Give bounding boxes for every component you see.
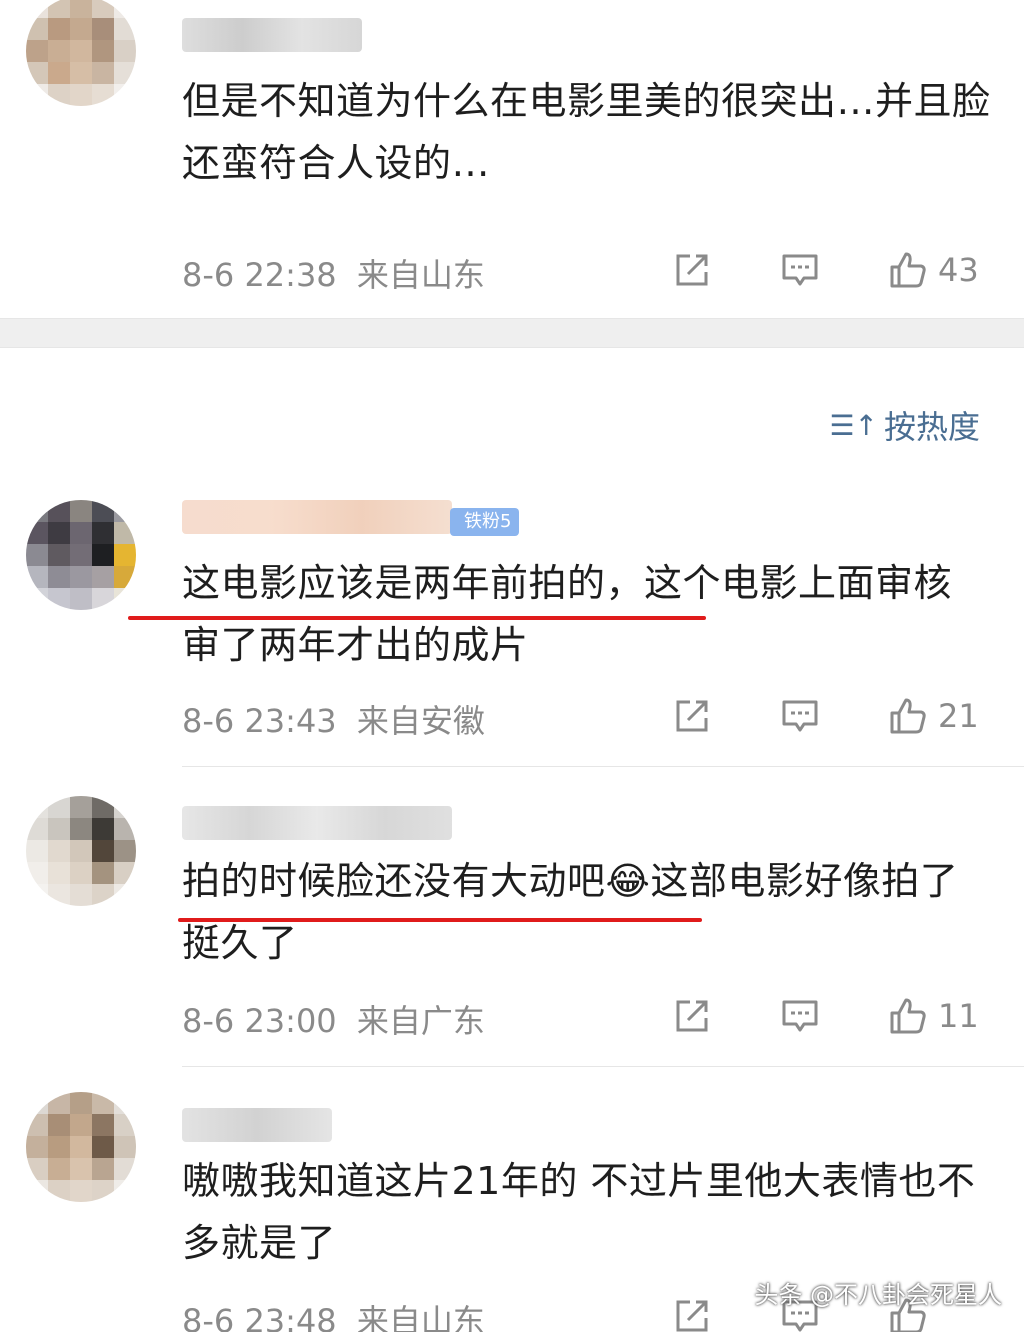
avatar[interactable] <box>26 500 136 610</box>
like-icon[interactable] <box>888 696 928 736</box>
like-count: 43 <box>938 251 979 289</box>
highlight-underline <box>178 918 702 922</box>
sort-toggle[interactable]: ☰↑ 按热度 <box>829 402 980 448</box>
comment-divider <box>182 766 1024 767</box>
fan-level-badge: 铁粉5 <box>450 508 520 536</box>
username-blurred[interactable] <box>182 18 362 52</box>
comment-text: 但是不知道为什么在电影里美的很突出…并且脸还蛮符合人设的… <box>182 79 991 185</box>
sort-label: 按热度 <box>883 408 980 446</box>
comment-meta: 8-6 23:48 来自山东 <box>182 1296 485 1332</box>
username-blurred[interactable] <box>182 500 452 534</box>
comment-1: 但是不知道为什么在电影里美的很突出…并且脸还蛮符合人设的… 8-6 22:38 … <box>0 0 1024 318</box>
username-blurred[interactable] <box>182 806 452 840</box>
comment-time: 8-6 23:43 <box>182 702 337 740</box>
comment-location: 来自安徽 <box>356 702 485 740</box>
avatar[interactable] <box>26 1092 136 1202</box>
comment-text: 这电影应该是两年前拍的，这个电影上面审核审了两年才出的成片 <box>182 561 953 667</box>
sort-icon: ☰↑ <box>829 408 878 442</box>
like-count: 21 <box>938 697 979 735</box>
share-icon[interactable] <box>672 696 712 736</box>
share-icon[interactable] <box>672 250 712 290</box>
like-icon[interactable] <box>888 996 928 1036</box>
comment-actions: 43 <box>672 250 979 290</box>
watermark: 头条 @不八卦会死星人 <box>754 1281 1002 1309</box>
comment-text: 嗷嗷我知道这片21年的 不过片里他大表情也不多就是了 <box>182 1159 976 1265</box>
comment-meta: 8-6 23:00 来自广东 <box>182 996 485 1042</box>
avatar[interactable] <box>26 0 136 106</box>
comment-meta: 8-6 22:38 来自山东 <box>182 250 485 296</box>
comment-location: 来自山东 <box>356 256 485 294</box>
comment-time: 8-6 22:38 <box>182 256 337 294</box>
comment-divider <box>182 1066 1024 1067</box>
username-blurred[interactable] <box>182 1108 332 1142</box>
like-count: 11 <box>938 997 979 1035</box>
comment-time: 8-6 23:48 <box>182 1302 337 1332</box>
comment-text: 拍的时候脸还没有大动吧😂这部电影好像拍了挺久了 <box>182 859 959 965</box>
share-icon[interactable] <box>672 1296 712 1332</box>
comment-meta: 8-6 23:43 来自安徽 <box>182 696 485 742</box>
comment-actions: 11 <box>672 996 979 1036</box>
comment-icon[interactable] <box>780 996 820 1036</box>
comment-location: 来自广东 <box>356 1002 485 1040</box>
section-divider <box>0 318 1024 348</box>
comment-actions: 21 <box>672 696 979 736</box>
comment-icon[interactable] <box>780 250 820 290</box>
comment-icon[interactable] <box>780 696 820 736</box>
avatar[interactable] <box>26 796 136 906</box>
comment-location: 来自山东 <box>356 1302 485 1332</box>
like-icon[interactable] <box>888 250 928 290</box>
share-icon[interactable] <box>672 996 712 1036</box>
highlight-underline <box>128 616 706 620</box>
comment-time: 8-6 23:00 <box>182 1002 337 1040</box>
